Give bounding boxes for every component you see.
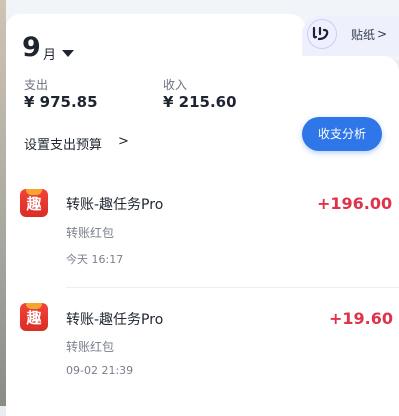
income-value: ¥ 215.60 — [163, 93, 237, 111]
chevron-right-icon[interactable]: > — [118, 134, 129, 149]
month-number[interactable]: 9 — [22, 32, 41, 63]
expense-label: 支出 — [24, 78, 49, 92]
month-unit[interactable]: 月 — [43, 44, 56, 63]
transaction-amount: +196.00 — [317, 194, 393, 213]
set-budget-link[interactable]: 设置支出预算 — [24, 134, 102, 153]
income-expense-analysis-button[interactable]: 收支分析 — [302, 117, 382, 151]
income-label: 收入 — [163, 78, 188, 92]
transaction-subtitle: 转账红包 — [66, 340, 115, 354]
face-avatar-icon[interactable] — [307, 19, 337, 49]
sticker-label[interactable]: 贴纸 — [351, 26, 375, 43]
qu-app-icon: 趣 · · · · — [20, 303, 48, 331]
chevron-right-icon[interactable]: > — [377, 27, 387, 41]
expense-value: ¥ 975.85 — [24, 93, 98, 111]
transaction-amount: +19.60 — [329, 309, 394, 328]
transaction-subtitle: 转账红包 — [66, 226, 115, 240]
transaction-time: 09-02 21:39 — [66, 364, 134, 377]
transaction-title[interactable]: 转账-趣任务Pro — [66, 194, 163, 214]
caret-down-icon[interactable] — [62, 50, 74, 57]
transaction-title[interactable]: 转账-趣任务Pro — [66, 309, 163, 329]
divider — [66, 287, 399, 288]
qu-app-icon: 趣 · · · · — [20, 189, 48, 217]
transaction-time: 今天 16:17 — [66, 253, 124, 266]
